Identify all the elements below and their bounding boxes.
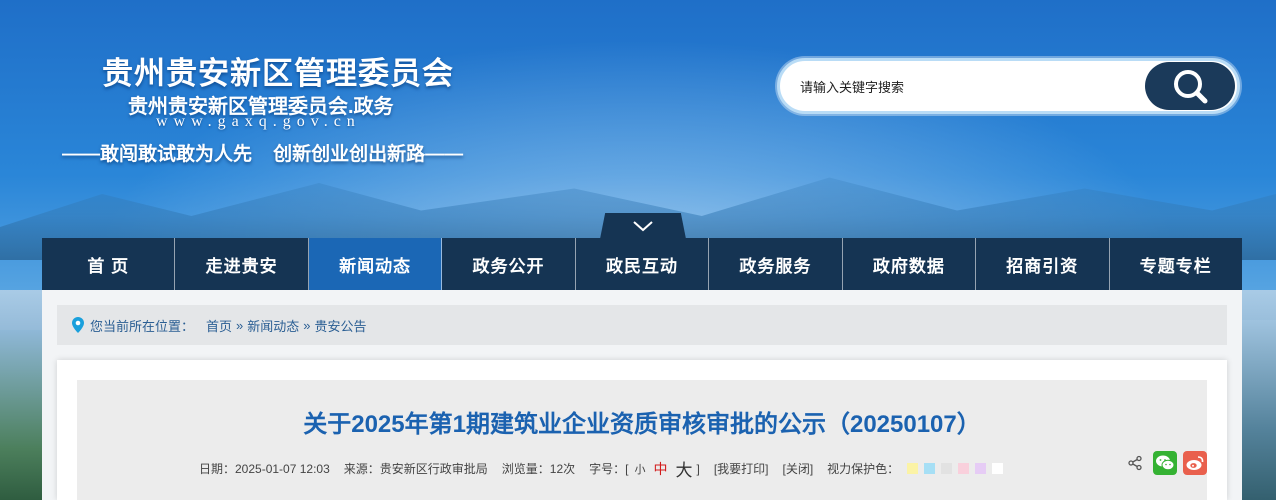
nav-item-services[interactable]: 政务服务 xyxy=(709,238,843,290)
share-icon xyxy=(1128,455,1142,471)
nav-item-data[interactable]: 政府数据 xyxy=(843,238,977,290)
share-bar xyxy=(1117,451,1207,475)
article-card: 关于2025年第1期建筑业企业资质审核审批的公示（20250107） 日期：20… xyxy=(57,360,1227,500)
nav-item-about[interactable]: 走进贵安 xyxy=(175,238,309,290)
article-views: 浏览量：12次 xyxy=(501,462,576,476)
eye-protect-swatch-yellow[interactable] xyxy=(907,463,919,474)
nav-toggle-button[interactable] xyxy=(600,213,686,239)
breadcrumb-item-home[interactable]: 首页 xyxy=(206,316,232,335)
eye-protect-swatch-blue[interactable] xyxy=(924,463,936,474)
nav-item-home[interactable]: 首 页 xyxy=(42,238,176,290)
content-container: 您当前所在位置： 首页 » 新闻动态 » 贵安公告 关于2025年第1期建筑业企… xyxy=(42,290,1242,500)
breadcrumb-label: 您当前所在位置： xyxy=(90,318,195,334)
search-icon xyxy=(1174,70,1208,104)
site-title: 贵州贵安新区管理委员会 xyxy=(102,56,454,91)
breadcrumb-separator: » xyxy=(236,317,244,333)
background-right-scenery xyxy=(1236,320,1276,500)
article-header: 关于2025年第1期建筑业企业资质审核审批的公示（20250107） 日期：20… xyxy=(77,380,1207,500)
site-slogan: ——敢闯敢试敢为人先 创新创业创出新路—— xyxy=(62,144,464,165)
article-title: 关于2025年第1期建筑业企业资质审核审批的公示（20250107） xyxy=(303,411,981,438)
location-pin-icon xyxy=(72,317,84,333)
eye-protect-swatch-white[interactable] xyxy=(992,463,1004,474)
print-button[interactable]: [我要打印] xyxy=(714,460,769,477)
nav-item-news[interactable]: 新闻动态 xyxy=(308,238,443,290)
search-box xyxy=(777,58,1240,114)
breadcrumb-separator: » xyxy=(303,317,311,333)
weibo-share-button[interactable] xyxy=(1183,451,1207,475)
font-size-bracket: ] xyxy=(696,461,700,476)
breadcrumb: 您当前所在位置： 首页 » 新闻动态 » 贵安公告 xyxy=(57,305,1227,345)
search-input[interactable] xyxy=(800,75,1140,99)
font-size-small-button[interactable]: 小 xyxy=(634,461,645,477)
wechat-share-button[interactable] xyxy=(1153,451,1177,475)
eye-protect-swatch-gray[interactable] xyxy=(941,463,953,474)
search-button[interactable] xyxy=(1145,62,1235,110)
nav-item-investment[interactable]: 招商引资 xyxy=(976,238,1110,290)
wechat-icon xyxy=(1156,455,1175,471)
weibo-icon xyxy=(1186,456,1204,470)
breadcrumb-item-announcements[interactable]: 贵安公告 xyxy=(315,316,367,335)
article-source: 来源：贵安新区行政审批局 xyxy=(343,462,488,476)
font-size-label: 字号：[ xyxy=(589,462,629,476)
chevron-down-icon xyxy=(633,221,653,232)
article-meta: 日期：2025-01-07 12:03 来源：贵安新区行政审批局 浏览量：12次… xyxy=(199,456,1009,481)
site-url: www.gaxq.gov.cn xyxy=(156,113,361,130)
eye-protect-swatch-purple[interactable] xyxy=(975,463,987,474)
font-size-large-button[interactable]: 大 xyxy=(675,456,692,481)
share-button[interactable] xyxy=(1123,451,1147,475)
nav-item-topics[interactable]: 专题专栏 xyxy=(1110,238,1242,290)
nav-item-gov-open[interactable]: 政务公开 xyxy=(442,238,576,290)
breadcrumb-item-news[interactable]: 新闻动态 xyxy=(247,316,299,335)
eye-protect-label: 视力保护色： xyxy=(827,462,900,476)
nav-item-interaction[interactable]: 政民互动 xyxy=(576,238,710,290)
article-date: 日期：2025-01-07 12:03 xyxy=(199,462,330,476)
main-nav: 首 页 走进贵安 新闻动态 政务公开 政民互动 政务服务 政府数据 招商引资 专… xyxy=(42,238,1242,290)
font-size-medium-button[interactable]: 中 xyxy=(653,459,667,479)
close-button[interactable]: [关闭] xyxy=(782,460,813,477)
eye-protect-swatch-pink[interactable] xyxy=(958,463,970,474)
